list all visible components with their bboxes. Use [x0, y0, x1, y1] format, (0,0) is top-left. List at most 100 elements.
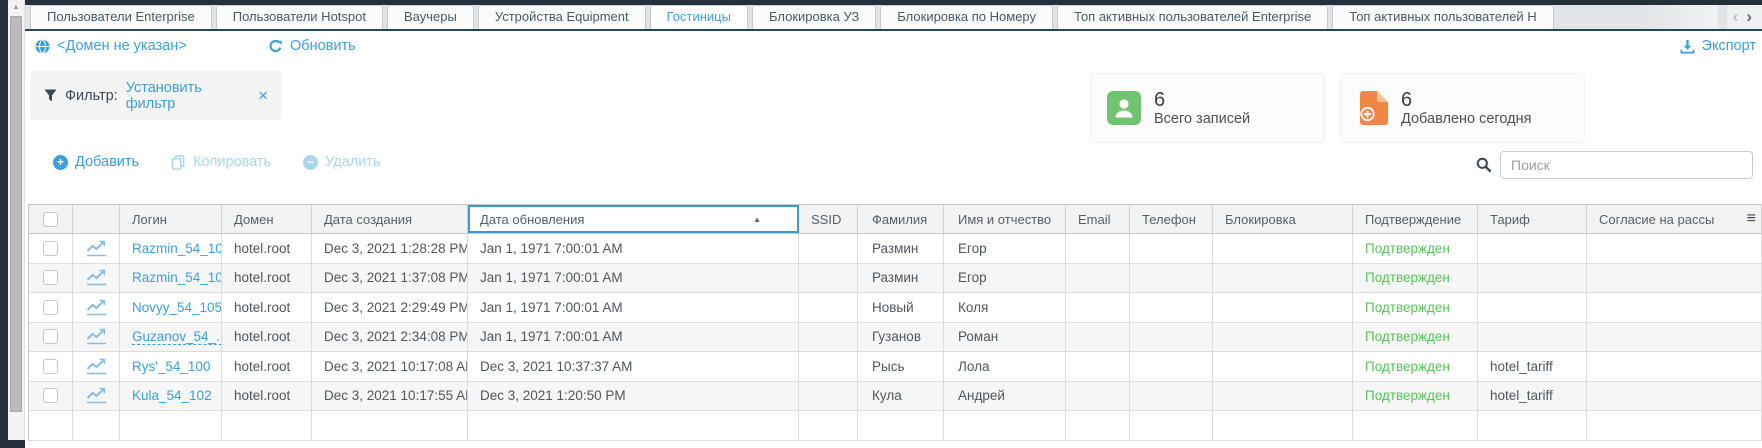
tab-3[interactable]: Устройства Equipment — [478, 5, 646, 29]
copy-button[interactable]: Копировать — [171, 154, 271, 170]
table-row: Razmin_54_104 hotel.root Dec 3, 2021 1:3… — [29, 264, 1762, 294]
cell-last-name: Размин — [858, 264, 944, 293]
cell-first-name — [944, 411, 1066, 440]
row-checkbox[interactable] — [43, 270, 58, 285]
domain-selector[interactable]: <Домен не указан> — [35, 38, 187, 54]
delete-button[interactable]: − Удалить — [303, 154, 380, 170]
cell-created — [312, 411, 468, 440]
cell-updated — [468, 411, 799, 440]
stat-card-added-today: 6 Добавлено сегодня — [1340, 73, 1585, 143]
cell-tariff: hotel_tariff — [1478, 382, 1587, 411]
header-consent-label: Согласие на рассы — [1599, 212, 1714, 227]
cell-domain — [222, 411, 312, 440]
row-checkbox[interactable] — [43, 329, 58, 344]
row-checkbox[interactable] — [43, 300, 58, 315]
usage-chart-icon[interactable] — [86, 328, 107, 345]
select-all-checkbox[interactable] — [43, 212, 58, 227]
header-last-name[interactable]: Фамилия — [858, 205, 944, 233]
copy-label: Копировать — [193, 154, 271, 170]
tab-0[interactable]: Пользователи Enterprise — [30, 5, 212, 29]
cell-updated: Dec 3, 2021 10:37:37 AM — [468, 352, 799, 381]
tab-scroll-left-icon[interactable]: ‹ — [1733, 7, 1739, 27]
filter-label: Фильтр: — [65, 88, 118, 104]
main-content: Пользователи EnterpriseПользователи Hots… — [25, 0, 1762, 448]
stat-total-label: Всего записей — [1154, 111, 1250, 128]
cell-domain: hotel.root — [222, 352, 312, 381]
header-first-name[interactable]: Имя и отчество — [944, 205, 1066, 233]
usage-chart-icon[interactable] — [86, 240, 107, 257]
tab-4[interactable]: Гостиницы — [650, 5, 748, 29]
cell-email — [1066, 323, 1130, 352]
cell-domain: hotel.root — [222, 382, 312, 411]
cell-first-name: Егор — [944, 234, 1066, 263]
cell-consent — [1587, 382, 1762, 411]
tab-overflow-fade — [1638, 5, 1718, 29]
cell-tariff — [1478, 234, 1587, 263]
column-menu-icon[interactable]: ≡ — [1747, 205, 1756, 233]
scroll-up-arrow-icon[interactable]: ▲ — [8, 0, 24, 15]
usage-chart-icon[interactable] — [86, 299, 107, 316]
tab-6[interactable]: Блокировка по Номеру — [880, 5, 1053, 29]
table-row: Razmin_54_103 hotel.root Dec 3, 2021 1:2… — [29, 234, 1762, 264]
funnel-icon — [44, 89, 57, 102]
refresh-button[interactable]: Обновить — [268, 38, 356, 54]
header-created[interactable]: Дата создания — [312, 205, 468, 233]
header-updated-sorted[interactable]: Дата обновления ▲ — [468, 205, 799, 233]
row-checkbox[interactable] — [43, 388, 58, 403]
globe-icon — [35, 39, 50, 54]
tab-1[interactable]: Пользователи Hotspot — [216, 5, 383, 29]
header-ssid[interactable]: SSID — [799, 205, 858, 233]
header-email[interactable]: Email — [1066, 205, 1130, 233]
login-link[interactable]: Razmin_54_104 — [132, 270, 222, 285]
set-filter-link[interactable]: Установить фильтр — [126, 80, 245, 112]
tab-8[interactable]: Топ активных пользователей H — [1332, 5, 1553, 29]
search-input[interactable] — [1500, 151, 1753, 179]
tab-2[interactable]: Ваучеры — [387, 5, 474, 29]
export-button[interactable]: Экспорт — [1680, 38, 1756, 54]
login-link[interactable]: Razmin_54_103 — [132, 241, 222, 256]
cell-email — [1066, 382, 1130, 411]
header-tariff[interactable]: Тариф — [1478, 205, 1587, 233]
login-link[interactable]: Rys'_54_100 — [132, 359, 210, 374]
cell-consent — [1587, 352, 1762, 381]
tab-7[interactable]: Топ активных пользователей Enterprise — [1057, 5, 1328, 29]
cell-confirmation: Подтвержден — [1353, 234, 1478, 263]
clear-filter-icon[interactable]: × — [258, 86, 268, 106]
cell-block — [1213, 293, 1353, 322]
usage-chart-icon[interactable] — [86, 387, 107, 404]
tab-bar: Пользователи EnterpriseПользователи Hots… — [25, 5, 1762, 31]
add-button[interactable]: + Добавить — [53, 154, 139, 170]
login-link[interactable]: Novyy_54_105 — [132, 300, 222, 315]
cell-consent — [1587, 411, 1762, 440]
header-confirmation[interactable]: Подтверждение — [1353, 205, 1478, 233]
header-block[interactable]: Блокировка — [1213, 205, 1353, 233]
cell-ssid — [799, 293, 858, 322]
export-label: Экспорт — [1702, 38, 1756, 54]
cell-block — [1213, 411, 1353, 440]
table-body: Razmin_54_103 hotel.root Dec 3, 2021 1:2… — [29, 234, 1762, 441]
scrollbar-thumb[interactable] — [10, 16, 22, 412]
tab-5[interactable]: Блокировка УЗ — [752, 5, 876, 29]
header-domain[interactable]: Домен — [222, 205, 312, 233]
header-consent[interactable]: Согласие на рассы ≡ — [1587, 205, 1762, 233]
cell-ssid — [799, 411, 858, 440]
usage-chart-icon[interactable] — [86, 358, 107, 375]
add-label: Добавить — [75, 154, 139, 170]
header-phone[interactable]: Телефон — [1130, 205, 1213, 233]
cell-ssid — [799, 352, 858, 381]
cell-domain: hotel.root — [222, 323, 312, 352]
usage-chart-icon[interactable] — [86, 269, 107, 286]
vertical-scrollbar[interactable]: ▲ — [8, 0, 25, 448]
tab-scroll-right-icon[interactable]: › — [1746, 7, 1752, 27]
cell-first-name: Егор — [944, 264, 1066, 293]
header-login[interactable]: Логин — [120, 205, 222, 233]
login-link[interactable]: Kula_54_102 — [132, 388, 212, 403]
cell-first-name: Лола — [944, 352, 1066, 381]
domain-label: <Домен не указан> — [57, 38, 187, 54]
delete-label: Удалить — [325, 154, 380, 170]
cell-ssid — [799, 323, 858, 352]
cell-email — [1066, 411, 1130, 440]
row-checkbox[interactable] — [43, 241, 58, 256]
row-checkbox[interactable] — [43, 359, 58, 374]
login-link[interactable]: Guzanov_54_... — [132, 329, 222, 345]
